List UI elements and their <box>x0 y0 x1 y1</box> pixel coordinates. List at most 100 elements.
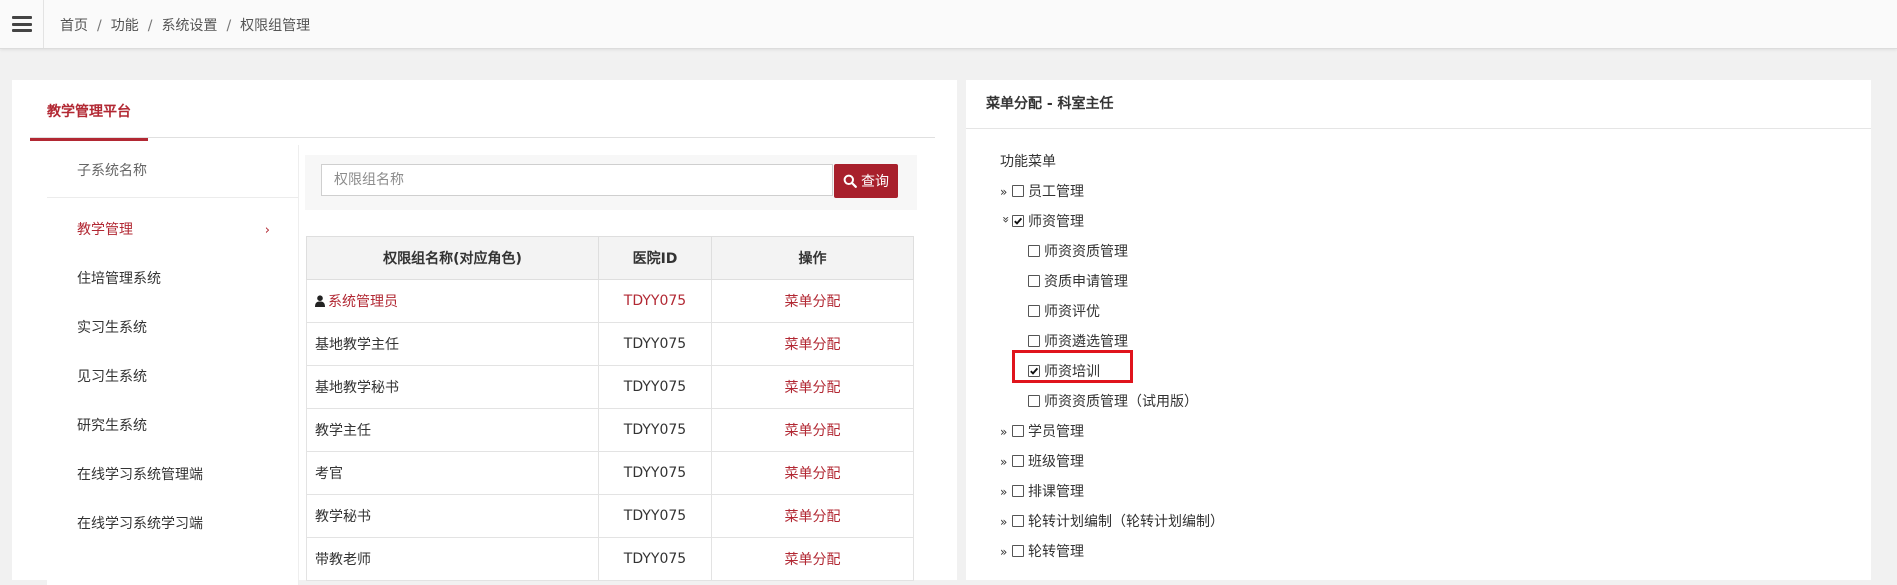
role-name-cell: 系统管理员 <box>306 279 599 323</box>
breadcrumb-home[interactable]: 首页 <box>60 18 88 34</box>
breadcrumb-separator: / <box>226 18 232 34</box>
double-chevron-right-icon[interactable]: » <box>1000 477 1012 507</box>
role-name-cell: 教学主任 <box>306 408 599 452</box>
checkbox[interactable] <box>1012 185 1024 197</box>
double-chevron-right-icon[interactable]: » <box>1000 447 1012 477</box>
checkbox[interactable] <box>1028 335 1040 347</box>
menu-tree-node[interactable]: » 师资管理 <box>999 207 1224 237</box>
role-name-cell: 基地教学秘书 <box>306 365 599 409</box>
hospital-id-cell: TDYY075 <box>598 365 712 409</box>
breadcrumb: 首页 / 功能 / 系统设置 / 权限组管理 <box>60 15 310 35</box>
menu-assignment-panel: 菜单分配 - 科室主任 功能菜单 » 员工管理» 师资管理 师资资质管理 资质申请管理师… <box>966 80 1871 580</box>
subsystem-list-header: 子系统名称 <box>47 145 298 198</box>
menu-tree-node[interactable]: 师资资质管理（试用版） <box>1000 387 1224 417</box>
menu-tree-node[interactable]: » 班级管理 <box>1000 447 1224 477</box>
breadcrumb-current: 权限组管理 <box>240 18 311 34</box>
action-cell: 菜单分配 <box>711 494 914 538</box>
search-input[interactable] <box>321 164 833 196</box>
action-cell: 菜单分配 <box>711 408 914 452</box>
menu-assign-link[interactable]: 菜单分配 <box>785 380 841 396</box>
checkbox[interactable] <box>1028 395 1040 407</box>
subsystem-item-graduate[interactable]: 研究生系统 <box>47 402 298 451</box>
breadcrumb-separator: / <box>97 18 102 34</box>
menu-assign-link[interactable]: 菜单分配 <box>785 423 841 439</box>
menu-assign-link[interactable]: 菜单分配 <box>785 552 841 568</box>
table-row: 基地教学主任 TDYY075 菜单分配 <box>306 322 914 366</box>
menu-assign-link[interactable]: 菜单分配 <box>785 509 841 525</box>
search-button[interactable]: 查询 <box>834 164 898 198</box>
checkbox-checked[interactable] <box>1012 215 1024 227</box>
hospital-id-cell: TDYY075 <box>598 279 712 323</box>
menu-toggle-icon[interactable] <box>12 16 32 32</box>
menu-tree-node-label: 师资遴选管理 <box>1044 334 1128 350</box>
column-header-hospital-id: 医院ID <box>598 236 712 280</box>
double-chevron-right-icon[interactable]: » <box>1000 537 1012 567</box>
action-cell: 菜单分配 <box>711 451 914 495</box>
menu-tree-node[interactable]: » 排课管理 <box>1000 477 1224 507</box>
menu-assign-link[interactable]: 菜单分配 <box>785 337 841 353</box>
table-row: 考官 TDYY075 菜单分配 <box>306 451 914 495</box>
breadcrumb-system-settings[interactable]: 系统设置 <box>161 18 217 34</box>
double-chevron-right-icon[interactable]: » <box>1000 507 1012 537</box>
table-header-row: 权限组名称(对应角色) 医院ID 操作 <box>306 236 914 280</box>
breadcrumb-functions[interactable]: 功能 <box>111 18 139 34</box>
permission-group-panel: 教学管理平台 子系统名称 教学管理 › 住培管理系统 实习生系统 见习生系统 研… <box>12 80 957 585</box>
chevron-right-icon: › <box>264 223 270 238</box>
menu-tree-node-label: 师资管理 <box>1028 214 1084 230</box>
search-icon <box>843 174 857 188</box>
role-name-link[interactable]: 系统管理员 <box>328 294 398 310</box>
menu-tree-node[interactable]: 师资评优 <box>1000 297 1224 327</box>
menu-assign-link[interactable]: 菜单分配 <box>785 466 841 482</box>
menu-tree-node-label: 师资资质管理 <box>1044 244 1128 260</box>
menu-tree-root: 功能菜单 <box>1000 154 1056 170</box>
highlight-box <box>1012 350 1133 383</box>
checkbox[interactable] <box>1028 245 1040 257</box>
subsystem-item-teaching[interactable]: 教学管理 › <box>47 206 298 255</box>
menu-tree-node-label: 学员管理 <box>1028 424 1084 440</box>
column-header-action: 操作 <box>711 236 914 280</box>
checkbox[interactable] <box>1028 275 1040 287</box>
table-row: 带教老师 TDYY075 菜单分配 <box>306 537 914 581</box>
menu-tree-node-label: 班级管理 <box>1028 454 1084 470</box>
table-row: 教学主任 TDYY075 菜单分配 <box>306 408 914 452</box>
role-name-cell: 基地教学主任 <box>306 322 599 366</box>
subsystem-item-label: 教学管理 <box>77 222 133 238</box>
checkbox[interactable] <box>1012 545 1024 557</box>
menu-assign-link[interactable]: 菜单分配 <box>785 294 841 310</box>
subsystem-item-online-learner[interactable]: 在线学习系统学习端 <box>47 500 298 549</box>
menu-tree-node[interactable]: » 学员管理 <box>1000 417 1224 447</box>
checkbox[interactable] <box>1012 455 1024 467</box>
subsystem-item-intern[interactable]: 实习生系统 <box>47 304 298 353</box>
menu-assignment-title: 菜单分配 - 科室主任 <box>966 80 1871 129</box>
hospital-id-cell: TDYY075 <box>598 322 712 366</box>
menu-tree-node[interactable]: 师资资质管理 <box>1000 237 1224 267</box>
column-header-name: 权限组名称(对应角色) <box>306 236 599 280</box>
menu-tree-node[interactable]: » 轮转管理 <box>1000 537 1224 567</box>
tab-underline <box>30 137 935 138</box>
role-name-cell: 教学秘书 <box>306 494 599 538</box>
table-row: 教学秘书 TDYY075 菜单分配 <box>306 494 914 538</box>
hospital-id-cell: TDYY075 <box>598 537 712 581</box>
action-cell: 菜单分配 <box>711 365 914 409</box>
menu-tree-node[interactable]: » 轮转计划编制（轮转计划编制） <box>1000 507 1224 537</box>
menu-tree-node-label: 员工管理 <box>1028 184 1084 200</box>
menu-tree-node[interactable]: » 员工管理 <box>1000 177 1224 207</box>
checkbox[interactable] <box>1028 305 1040 317</box>
action-cell: 菜单分配 <box>711 322 914 366</box>
hospital-id-cell: TDYY075 <box>598 451 712 495</box>
checkbox[interactable] <box>1012 425 1024 437</box>
double-chevron-right-icon[interactable]: » <box>1000 177 1012 207</box>
topbar-divider <box>43 0 44 48</box>
subsystem-item-residency[interactable]: 住培管理系统 <box>47 255 298 304</box>
breadcrumb-separator: / <box>147 18 153 34</box>
top-bar: 首页 / 功能 / 系统设置 / 权限组管理 <box>0 0 1897 49</box>
double-chevron-right-icon[interactable]: » <box>1000 417 1012 447</box>
tab-teaching-platform[interactable]: 教学管理平台 <box>30 92 148 141</box>
menu-tree-node[interactable]: 资质申请管理 <box>1000 267 1224 297</box>
checkbox[interactable] <box>1012 515 1024 527</box>
subsystem-item-online-admin[interactable]: 在线学习系统管理端 <box>47 451 298 500</box>
user-icon <box>315 295 325 307</box>
role-name-cell: 带教老师 <box>306 537 599 581</box>
checkbox[interactable] <box>1012 485 1024 497</box>
subsystem-item-trainee[interactable]: 见习生系统 <box>47 353 298 402</box>
